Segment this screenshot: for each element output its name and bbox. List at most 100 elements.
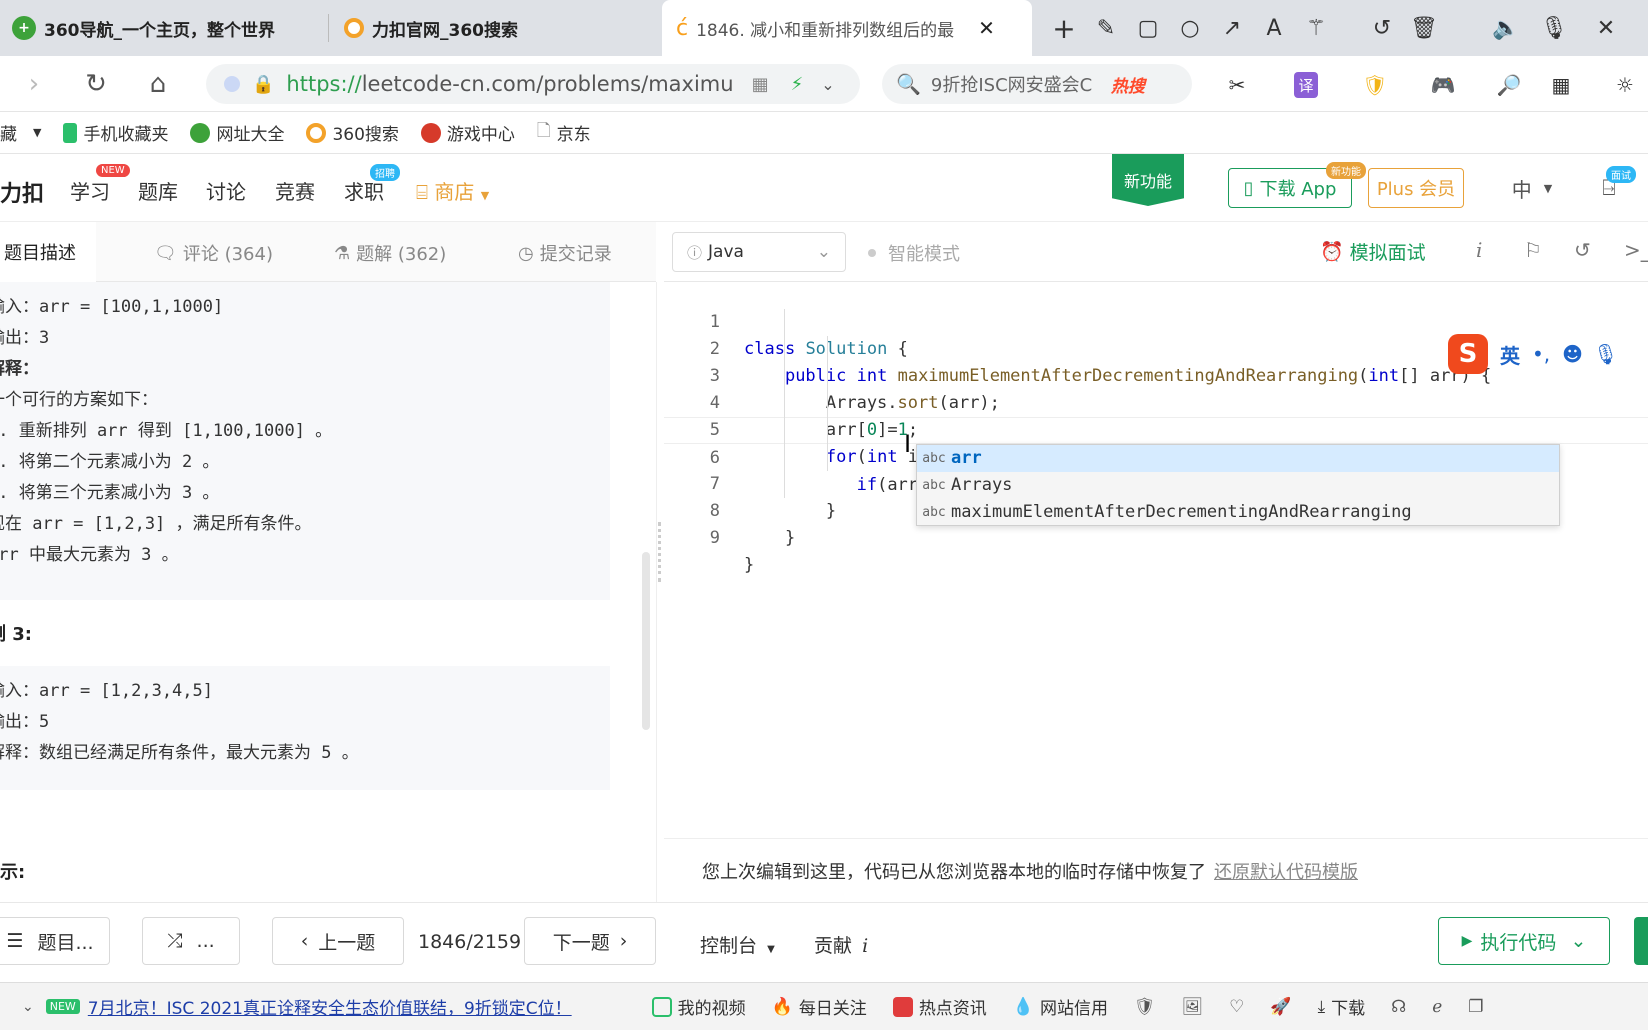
magnifier-icon[interactable]: 🔎 (1494, 72, 1524, 98)
contribute-button[interactable]: 贡献 i (814, 931, 868, 958)
status-download[interactable]: ⤓ 下载 (1318, 994, 1366, 1020)
prev-problem-button[interactable]: ‹ 上一题 (272, 917, 404, 965)
rectangle-icon[interactable]: ▢ (1134, 14, 1162, 42)
image-icon[interactable]: 🖼 (1182, 997, 1204, 1017)
interview-badge: 面试 (1606, 166, 1636, 183)
shield-icon[interactable]: 🛡 (1134, 997, 1156, 1017)
terminal-icon[interactable]: >_ (1624, 238, 1648, 262)
browser-tab-360search[interactable]: 力扣官网_360搜索 (344, 0, 654, 56)
arrow-icon[interactable]: ↗ (1218, 14, 1246, 42)
bookmark-games[interactable]: 游戏中心 (420, 120, 515, 145)
toggle-dot-icon (868, 249, 876, 257)
chevron-down-icon[interactable]: ⌄ (22, 999, 34, 1015)
speaker-icon[interactable]: 🔈 (1492, 14, 1520, 42)
scissors-icon[interactable]: ✂ (1222, 72, 1252, 98)
chevron-down-icon: ⌄ (1570, 930, 1587, 952)
new-tab-button[interactable]: + (1050, 12, 1078, 45)
close-annotation-icon[interactable]: ✕ (1592, 14, 1620, 42)
close-tab-icon[interactable]: ✕ (978, 16, 995, 40)
console-toggle[interactable]: 控制台 ▼ (700, 931, 775, 958)
apps-grid-icon[interactable]: ▦ (1546, 72, 1576, 98)
circle-icon[interactable]: ○ (1176, 14, 1204, 42)
bookmark-hao360[interactable]: 网址大全 (190, 120, 284, 145)
problem-description: 输入：arr = [100,1,1000] 输出：3 解释： 一个可行的方案如下… (0, 282, 656, 902)
drag-handle-icon[interactable] (658, 522, 662, 582)
nav-discuss[interactable]: 讨论 (206, 176, 246, 205)
bookmark-favorites[interactable]: 藏 ▼ (0, 120, 41, 145)
undo-icon[interactable]: ↺ (1368, 14, 1396, 42)
smart-mode-toggle[interactable]: 智能模式 (868, 240, 960, 266)
flask-icon: ⚗ (334, 242, 351, 264)
reset-icon[interactable]: ↺ (1574, 238, 1591, 262)
sun-icon[interactable]: ☼ (1610, 72, 1640, 98)
magic-wand-icon[interactable]: ⚚ (1302, 14, 1330, 42)
autocomplete-item[interactable]: abc Arrays (917, 472, 1559, 499)
bookmark-jd[interactable]: 🗋 京东 (537, 118, 591, 147)
pen-icon[interactable]: ✎ (1092, 14, 1120, 42)
restore-default-link[interactable]: 还原默认代码模版 (1214, 858, 1358, 884)
tab-comments[interactable]: 🗨 评论 (364) (154, 240, 273, 266)
nav-learn[interactable]: 学习 (70, 176, 110, 205)
plus-member-button[interactable]: Plus 会员 (1368, 168, 1464, 208)
tab-description[interactable]: 题目描述 (0, 222, 96, 282)
ime-toolbar[interactable]: S 英 •, ☻ 🎙 (1448, 332, 1648, 376)
forward-icon[interactable]: › (18, 68, 50, 100)
language-select[interactable]: ⓘ Java ⌄ (672, 232, 846, 272)
headset-icon[interactable]: ☊ (1391, 997, 1406, 1017)
bookmark-mobile[interactable]: 手机收藏夹 (63, 120, 168, 145)
game-center-icon (420, 122, 441, 143)
status-hot-news[interactable]: 热点资讯 (892, 994, 987, 1019)
problem-list-button[interactable]: ☰ 题目... (0, 917, 110, 965)
news-ticker-link[interactable]: 7月北京！ISC 2021真正诠释安全生态价值联结，9折锁定C位！ (88, 994, 572, 1019)
nav-contest[interactable]: 竞赛 (275, 176, 315, 205)
autocomplete-item[interactable]: abc arr (917, 445, 1559, 472)
tab-solutions[interactable]: ⚗ 题解 (362) (334, 240, 446, 266)
status-daily-focus[interactable]: 🔥 每日关注 (772, 994, 867, 1020)
shield-coupon-icon[interactable]: 🛡 (1360, 72, 1390, 98)
reload-icon[interactable]: ↻ (80, 68, 112, 100)
random-problem-button[interactable]: ⤮ ... (142, 917, 240, 965)
url-field[interactable]: 🔒 https:// leetcode-cn.com/problems/maxi… (206, 64, 860, 104)
hire-badge: 招聘 (370, 164, 400, 181)
qr-code-icon[interactable]: ▦ (752, 74, 769, 95)
leetcode-logo[interactable]: 力扣 (0, 176, 44, 208)
tab-submissions[interactable]: ◷ 提交记录 (518, 240, 612, 266)
search-icon: 🔍 (896, 72, 921, 96)
ie-icon[interactable]: ℯ (1432, 997, 1442, 1017)
browser-tab-360nav[interactable]: + 360导航_一个主页，整个世界 (12, 0, 332, 56)
submit-button[interactable] (1634, 917, 1648, 965)
home-icon[interactable]: ⌂ (142, 68, 174, 100)
trash-icon[interactable]: 🗑 (1410, 14, 1438, 42)
status-site-credit[interactable]: 💧 网站信用 (1013, 994, 1108, 1020)
gamepad-icon[interactable]: 🎮 (1428, 72, 1458, 98)
info-italic-icon: i (862, 935, 869, 957)
emoji-icon: ☻ (1562, 342, 1584, 366)
translate-icon[interactable]: 译 (1294, 72, 1318, 98)
nav-store[interactable]: ⌸ 商店 ▼ (416, 176, 489, 205)
mock-interview-button[interactable]: ⏰ 模拟面试 (1320, 238, 1426, 265)
new-feature-ribbon[interactable]: 新功能 (1112, 154, 1184, 206)
info-italic-icon[interactable]: i (1476, 238, 1482, 262)
problem-counter: 1846/2159 (418, 931, 522, 953)
next-problem-button[interactable]: 下一题 › (524, 917, 656, 965)
window-icon[interactable]: ❐ (1468, 997, 1483, 1017)
language-switch[interactable]: 中 ▼ (1502, 168, 1562, 208)
rocket-icon[interactable]: 🚀 (1270, 997, 1291, 1017)
flag-icon[interactable]: ⚐ (1524, 238, 1542, 262)
status-my-videos[interactable]: 我的视频 (651, 994, 746, 1019)
problem-panel-tabs: 题目描述 🗨 评论 (364) ⚗ 题解 (362) ◷ 提交记录 (0, 222, 656, 282)
nav-problemset[interactable]: 题库 (138, 176, 178, 205)
browser-tab-leetcode[interactable]: ć 1846. 减小和重新排列数组后的最 ✕ (662, 0, 1032, 56)
example-2-block: 输入：arr = [100,1,1000] 输出：3 解释： 一个可行的方案如下… (0, 282, 610, 600)
search-input[interactable]: 🔍 9折抢ISC网安盛会C 热搜 (882, 64, 1192, 104)
text-tool-icon[interactable]: A (1260, 14, 1288, 42)
bookmark-360search[interactable]: 360搜索 (306, 120, 399, 145)
lightning-icon[interactable]: ⚡ (791, 74, 804, 95)
description-scrollbar[interactable] (642, 552, 650, 730)
panel-splitter[interactable] (656, 282, 664, 902)
run-code-button[interactable]: ▶ 执行代码 ⌄ (1438, 917, 1610, 965)
microphone-icon[interactable]: 🎙 (1540, 14, 1568, 42)
autocomplete-item[interactable]: abc maximumElementAfterDecrementingAndRe… (917, 499, 1559, 526)
heartbeat-icon[interactable]: ♡ (1229, 997, 1244, 1017)
chevron-down-icon[interactable]: ⌄ (821, 75, 834, 94)
